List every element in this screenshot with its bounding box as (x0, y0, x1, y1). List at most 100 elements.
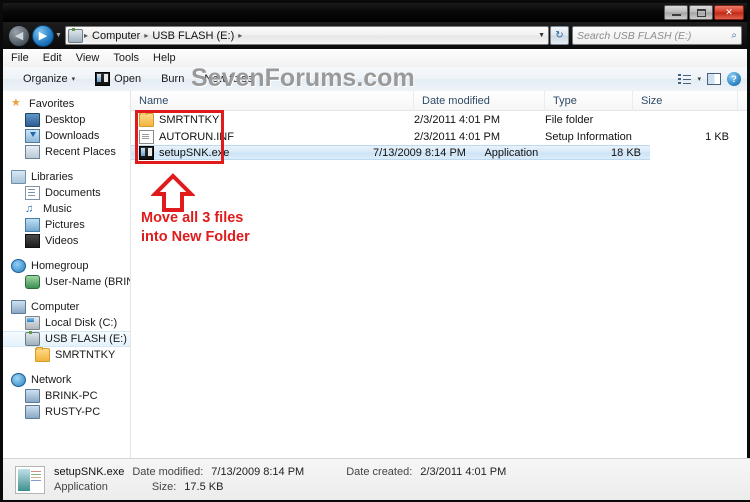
back-button[interactable]: ◀ (8, 24, 30, 47)
pictures-icon (25, 218, 40, 232)
sidebar-label: Music (43, 203, 72, 215)
address-bar-row: ◀ ▶ ▼ ▸ Computer ▸ USB FLASH (E:) ▸ ▼ ↻ … (3, 22, 747, 49)
usb-drive-icon (68, 27, 83, 43)
explorer-window: ✕ ◀ ▶ ▼ ▸ Computer ▸ USB FLASH (E:) ▸ ▼ … (0, 0, 750, 502)
folder-icon (139, 111, 154, 127)
sidebar-group-network[interactable]: Network (3, 372, 130, 388)
sidebar-item-downloads[interactable]: Downloads (3, 128, 130, 144)
sidebar-item-usb-flash[interactable]: USB FLASH (E:) (3, 331, 130, 347)
sidebar-item-pictures[interactable]: Pictures (3, 217, 130, 233)
navigation-pane[interactable]: ★ Favorites Desktop Downloads Recent Pla… (3, 91, 131, 458)
status-date-created-value: 2/3/2011 4:01 PM (420, 465, 507, 478)
annotation-line-2: into New Folder (141, 229, 250, 245)
menu-help[interactable]: Help (153, 52, 176, 64)
maximize-button[interactable] (689, 5, 713, 20)
sidebar-item-recent-places[interactable]: Recent Places (3, 144, 130, 160)
desktop-icon (25, 113, 40, 127)
menu-tools[interactable]: Tools (113, 52, 139, 64)
open-icon (95, 72, 111, 86)
command-toolbar: Organize ▾ Open Burn New folder ▾ ? Seve… (3, 64, 747, 92)
sidebar-group-computer[interactable]: Computer (3, 299, 130, 315)
status-bar: setupSNK.exe Date modified: 7/13/2009 8:… (3, 458, 750, 500)
sidebar-label: Homegroup (31, 260, 89, 272)
burn-button[interactable]: Burn (151, 69, 194, 89)
address-dropdown-icon[interactable]: ▼ (538, 32, 545, 39)
new-folder-label: New folder (204, 73, 257, 85)
forward-button[interactable]: ▶ (32, 24, 54, 47)
sidebar-label: SMRTNTKY (55, 349, 116, 361)
search-box[interactable]: Search USB FLASH (E:) ⌕ (572, 26, 742, 45)
cell-date-modified: 7/13/2009 8:14 PM (372, 146, 466, 159)
downloads-icon (25, 129, 40, 143)
status-file-icon (15, 465, 45, 494)
status-file-type: Application (54, 480, 108, 493)
cell-name: SMRTNTKY (131, 111, 414, 127)
sidebar-group-favorites[interactable]: ★ Favorites (3, 96, 130, 112)
file-name: AUTORUN.INF (159, 130, 234, 143)
title-bar: ✕ (3, 3, 747, 22)
column-header-name[interactable]: Name (131, 90, 414, 111)
status-size-label: Size: (151, 480, 177, 493)
sidebar-item-documents[interactable]: Documents (3, 185, 130, 201)
computer-icon (11, 300, 26, 314)
close-button[interactable]: ✕ (714, 5, 744, 20)
maximize-icon (696, 8, 706, 17)
change-view-icon[interactable] (678, 73, 692, 85)
sidebar-group-homegroup[interactable]: Homegroup (3, 258, 130, 274)
table-row[interactable]: setupSNK.exe 7/13/2009 8:14 PM Applicati… (131, 145, 650, 160)
sidebar-item-local-disk[interactable]: Local Disk (C:) (3, 315, 130, 331)
breadcrumb-computer[interactable]: Computer (89, 30, 143, 42)
computer-icon (25, 405, 40, 419)
refresh-button[interactable]: ↻ (550, 26, 569, 45)
cell-type: Setup Information (545, 130, 632, 143)
back-icon: ◀ (14, 30, 24, 42)
burn-label: Burn (161, 73, 185, 85)
history-dropdown-button[interactable]: ▼ (54, 32, 63, 39)
search-input[interactable]: Search USB FLASH (E:) (577, 30, 731, 42)
sidebar-item-brink-pc[interactable]: BRINK-PC (3, 388, 130, 404)
menu-edit[interactable]: Edit (43, 52, 62, 64)
file-list-pane[interactable]: Name Date modified Type Size SMRTNTKY 2/… (131, 90, 747, 458)
cell-name: setupSNK.exe (131, 145, 373, 160)
sidebar-item-smrtntky[interactable]: SMRTNTKY (3, 347, 130, 363)
new-folder-button[interactable]: New folder (194, 69, 267, 89)
organize-button[interactable]: Organize ▾ (13, 69, 85, 89)
chevron-down-icon[interactable]: ▾ (697, 75, 701, 83)
status-details: setupSNK.exe Date modified: 7/13/2009 8:… (54, 465, 506, 495)
breadcrumb-usb-flash[interactable]: USB FLASH (E:) (149, 30, 237, 42)
column-header-type[interactable]: Type (545, 90, 633, 111)
cell-size: 1 KB (705, 130, 729, 143)
sidebar-label: User-Name (BRINK- (45, 276, 130, 288)
cell-date-modified: 2/3/2011 4:01 PM (414, 113, 501, 126)
inf-file-icon (139, 129, 154, 144)
menu-file[interactable]: File (11, 52, 29, 64)
minimize-button[interactable] (664, 5, 688, 20)
usb-drive-icon (25, 331, 40, 346)
sidebar-item-user-name[interactable]: User-Name (BRINK- (3, 274, 130, 290)
preview-pane-icon[interactable] (707, 73, 721, 85)
open-label: Open (114, 73, 142, 85)
cell-type: File folder (545, 113, 594, 126)
address-breadcrumb-bar[interactable]: ▸ Computer ▸ USB FLASH (E:) ▸ ▼ (65, 26, 549, 45)
column-header-date-modified[interactable]: Date modified (414, 90, 545, 111)
menu-view[interactable]: View (76, 52, 100, 64)
column-header-size[interactable]: Size (633, 90, 738, 111)
help-icon[interactable]: ? (727, 72, 741, 86)
sidebar-label: Desktop (45, 114, 86, 126)
sidebar-item-desktop[interactable]: Desktop (3, 112, 130, 128)
table-row[interactable]: AUTORUN.INF 2/3/2011 4:01 PM Setup Infor… (131, 128, 747, 145)
sidebar-label: Videos (45, 235, 79, 247)
sidebar-item-music[interactable]: ♫ Music (3, 201, 130, 217)
annotation-arrow-icon (151, 173, 195, 212)
table-row[interactable]: SMRTNTKY 2/3/2011 4:01 PM File folder (131, 111, 747, 128)
sidebar-item-videos[interactable]: Videos (3, 233, 130, 249)
breadcrumb-separator[interactable]: ▸ (237, 31, 243, 40)
sidebar-item-rusty-pc[interactable]: RUSTY-PC (3, 404, 130, 420)
sidebar-label: Documents (45, 187, 101, 199)
close-icon: ✕ (725, 7, 733, 17)
sidebar-group-libraries[interactable]: Libraries (3, 169, 130, 185)
open-button[interactable]: Open (85, 69, 151, 89)
sidebar-label: Downloads (45, 130, 100, 142)
